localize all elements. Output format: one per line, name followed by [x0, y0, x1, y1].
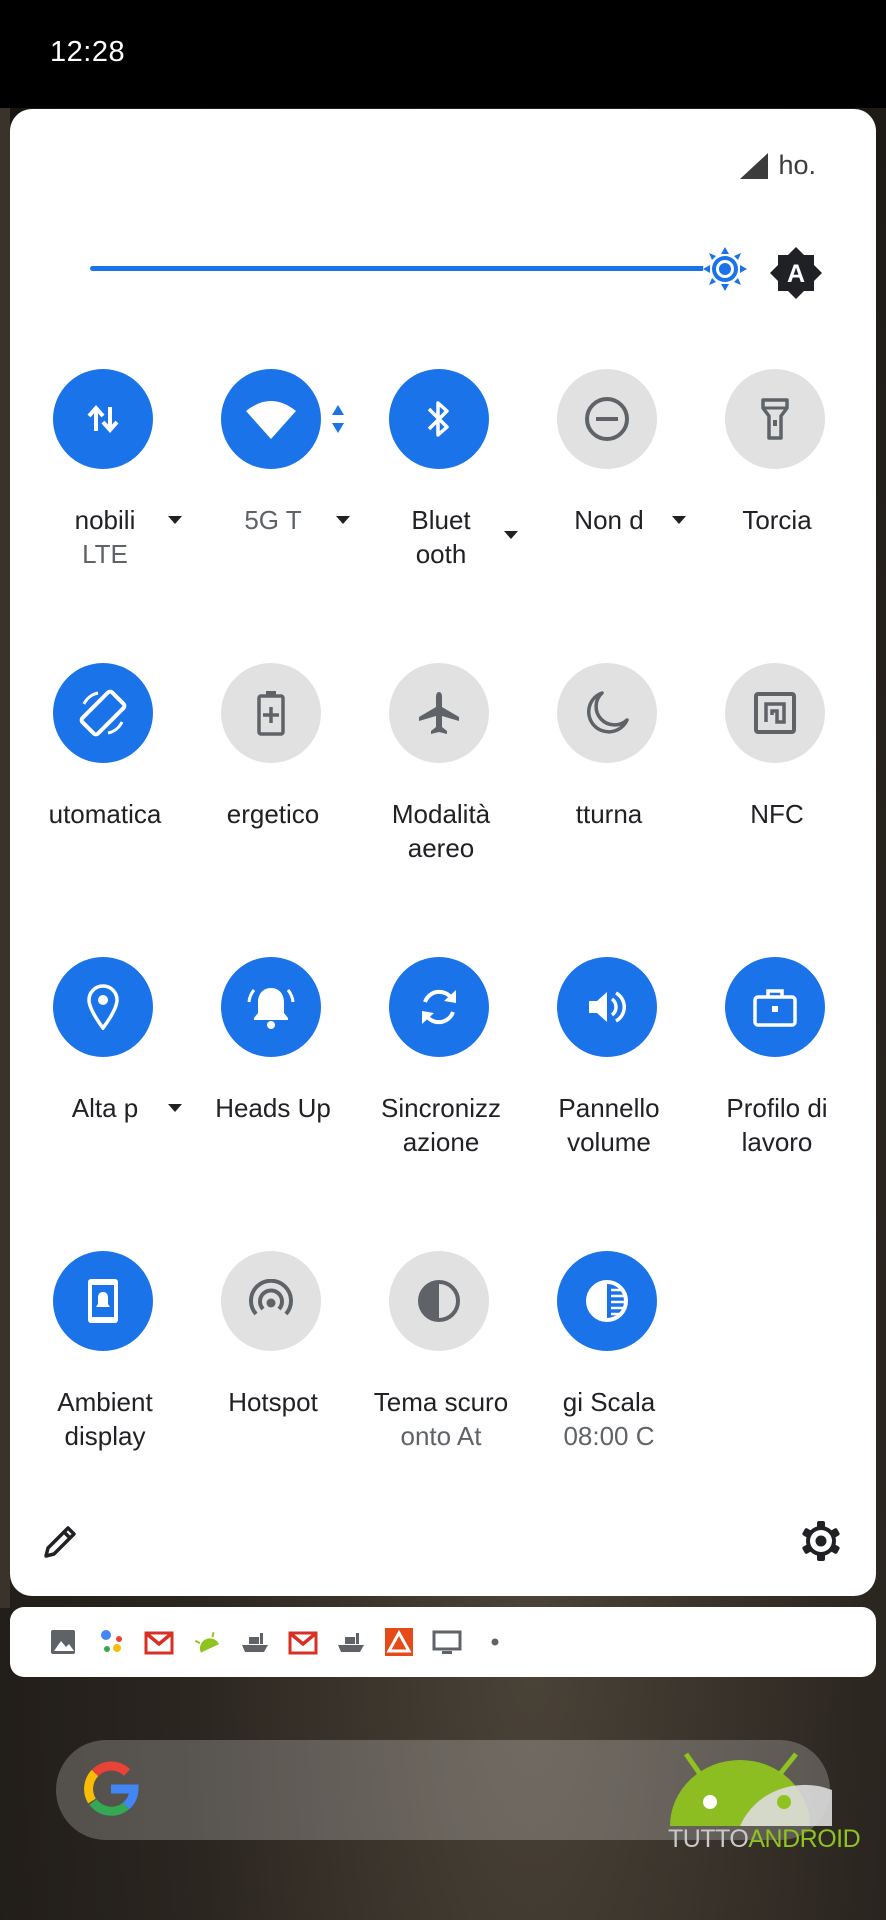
do-not-disturb-icon — [557, 369, 657, 469]
carrier-name: ho. — [778, 150, 816, 180]
tile-label: utomatica — [48, 799, 162, 829]
tile-label: Tema scuro — [373, 1387, 509, 1417]
gallery-icon — [51, 1630, 75, 1654]
ship-icon — [338, 1633, 364, 1652]
tile-sync[interactable]: Sincronizz azione — [357, 957, 525, 1187]
tile-sublabel: azione — [402, 1127, 480, 1157]
watermark-text: TUTTOANDROID — [668, 1825, 861, 1853]
tile-label: Torcia — [742, 505, 812, 535]
ambient-display-icon — [53, 1251, 153, 1351]
brightness-thumb[interactable] — [702, 246, 748, 292]
tile-sublabel: onto At — [400, 1421, 482, 1451]
tile-label: Profilo di — [726, 1093, 828, 1123]
wifi-icon — [221, 369, 321, 469]
tile-nfc[interactable]: NFC — [693, 663, 861, 893]
auto-brightness-icon[interactable]: A — [768, 245, 824, 301]
tile-label: ergetico — [226, 799, 320, 829]
tile-sublabel: LTE — [82, 539, 128, 569]
wallpaper-edge — [0, 108, 10, 1608]
more-dot-icon — [491, 1638, 499, 1646]
tile-mobile-data[interactable]: nobili LTE — [21, 369, 189, 599]
gear-icon[interactable] — [800, 1520, 842, 1562]
airplane-icon — [389, 663, 489, 763]
tile-dark-theme[interactable]: Tema scuro onto At — [357, 1251, 525, 1481]
auto-rotate-icon — [53, 663, 153, 763]
carrier-indicator: ho. — [740, 150, 816, 181]
tile-label: NFC — [750, 799, 804, 829]
nfc-icon — [725, 663, 825, 763]
notification-icons-bar[interactable] — [10, 1607, 876, 1677]
google-logo-icon[interactable] — [82, 1760, 140, 1818]
tile-volume-panel[interactable]: Pannello volume — [525, 957, 693, 1187]
gmail-icon — [288, 1631, 318, 1655]
assistant-icon — [101, 1630, 122, 1652]
tile-sublabel: volume — [567, 1127, 651, 1157]
cast-icon — [432, 1630, 462, 1654]
svg-text:A: A — [787, 260, 805, 288]
tile-battery-saver[interactable]: ergetico — [189, 663, 357, 893]
tile-label: Hotspot — [228, 1387, 318, 1417]
app-icon — [385, 1628, 413, 1656]
tile-sublabel: ooth — [415, 539, 467, 569]
chevron-down-icon[interactable] — [336, 516, 350, 524]
night-light-icon — [557, 663, 657, 763]
tile-sublabel: display — [64, 1421, 146, 1451]
tile-ambient-display[interactable]: Ambient display — [21, 1251, 189, 1481]
chevron-down-icon[interactable] — [168, 516, 182, 524]
location-icon — [53, 957, 153, 1057]
flashlight-icon — [725, 369, 825, 469]
tile-sublabel: lavoro — [741, 1127, 813, 1157]
ship-icon — [242, 1633, 268, 1652]
battery-saver-icon — [221, 663, 321, 763]
work-profile-icon — [725, 957, 825, 1057]
tile-location[interactable]: Alta p — [21, 957, 189, 1187]
gmail-icon — [144, 1631, 174, 1655]
sync-icon — [389, 957, 489, 1057]
tile-label: gi Scala — [562, 1387, 656, 1417]
android-icon — [194, 1632, 220, 1653]
tile-night-light[interactable]: tturna — [525, 663, 693, 893]
bluetooth-icon — [389, 369, 489, 469]
tile-label: Pannello — [558, 1093, 660, 1123]
hotspot-icon — [221, 1251, 321, 1351]
chevron-down-icon[interactable] — [504, 531, 518, 539]
tile-airplane-mode[interactable]: Modalità aereo — [357, 663, 525, 893]
tile-flashlight[interactable]: Torcia — [693, 369, 861, 599]
tile-grayscale[interactable]: gi Scala 08:00 C — [525, 1251, 693, 1481]
tile-bluetooth[interactable]: Bluet ooth — [357, 369, 525, 599]
chevron-down-icon[interactable] — [168, 1104, 182, 1112]
data-activity-icon — [332, 405, 344, 433]
tile-do-not-disturb[interactable]: Non d — [525, 369, 693, 599]
tile-heads-up[interactable]: Heads Up — [189, 957, 357, 1187]
dark-theme-icon — [389, 1251, 489, 1351]
tile-auto-rotate[interactable]: utomatica — [21, 663, 189, 893]
bell-icon — [221, 957, 321, 1057]
tile-label: tturna — [575, 799, 643, 829]
chevron-down-icon[interactable] — [672, 516, 686, 524]
signal-icon — [740, 152, 769, 179]
tile-label: Ambient — [57, 1387, 153, 1417]
tile-hotspot[interactable]: Hotspot — [189, 1251, 357, 1481]
edit-icon[interactable] — [42, 1522, 80, 1560]
tile-label: Modalità — [391, 799, 491, 829]
volume-icon — [557, 957, 657, 1057]
tile-work-profile[interactable]: Profilo di lavoro — [693, 957, 861, 1187]
clock: 12:28 — [50, 36, 126, 68]
brightness-slider[interactable] — [90, 266, 722, 271]
tile-wifi[interactable]: 5G T — [189, 369, 357, 599]
tile-label: Sincronizz — [381, 1093, 501, 1123]
mobile-data-icon — [53, 369, 153, 469]
tile-sublabel: aereo — [407, 833, 475, 863]
grayscale-icon — [557, 1251, 657, 1351]
status-bar: 12:28 — [0, 0, 886, 108]
tile-label: Heads Up — [215, 1093, 331, 1123]
tile-sublabel: 08:00 C — [563, 1421, 655, 1451]
